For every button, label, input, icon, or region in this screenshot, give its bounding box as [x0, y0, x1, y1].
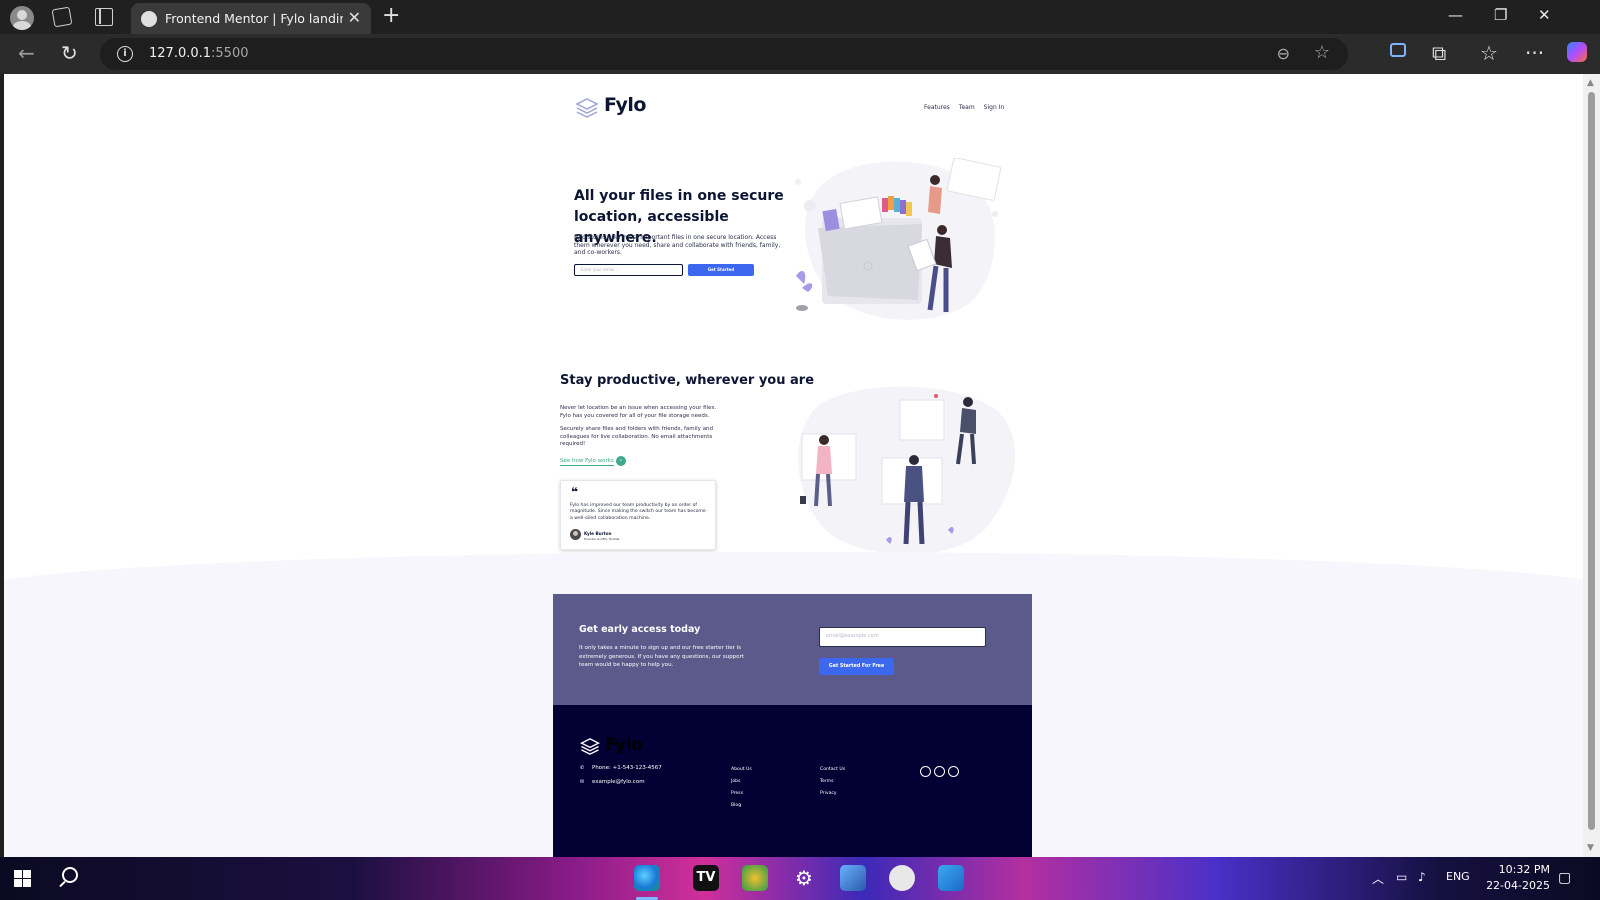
page-viewport: Fylo Features Team Sign In All your files … — [4, 74, 1583, 857]
scrollbar-thumb[interactable] — [1588, 92, 1595, 830]
taskbar: TV ⚙ ︿ ▭ ♪ ENG 10:32 PM 22-04-2025 ▢ — [0, 857, 1600, 900]
footer-link-jobs[interactable]: Jobs — [731, 779, 740, 784]
testimonial-role: Founder & CEO, Huddle — [584, 537, 620, 541]
zoom-icon[interactable]: ⊖ — [1277, 44, 1290, 63]
see-how-fylo-works-link[interactable]: See how Fylo works — [560, 458, 614, 466]
fylo-logo-icon — [576, 98, 598, 118]
footer-phone: ✆ Phone: +1-543-123-4567 — [580, 765, 662, 771]
hero-get-started-button[interactable]: Get Started — [688, 264, 754, 276]
taskbar-clock[interactable]: 10:32 PM 22-04-2025 — [1460, 862, 1550, 894]
avatar — [570, 529, 581, 540]
favorite-star-icon[interactable]: ☆ — [1314, 42, 1330, 63]
network-icon[interactable]: ▭ — [1396, 870, 1407, 884]
vertical-tabs-icon[interactable] — [95, 8, 113, 26]
page-scrollbar[interactable]: ▲ ▼ — [1583, 74, 1600, 857]
hero-illustration — [795, 158, 1002, 320]
phone-icon: ✆ — [580, 765, 585, 771]
clock-time: 10:32 PM — [1498, 863, 1550, 876]
get-started-free-button[interactable]: Get Started For Free — [819, 658, 894, 675]
notifications-icon[interactable]: ▢ — [1558, 870, 1571, 886]
profile-avatar-icon[interactable] — [10, 6, 34, 30]
productive-paragraph-1: Never let location be an issue when acce… — [560, 405, 717, 419]
minimize-button[interactable]: — — [1448, 6, 1463, 24]
copilot-icon[interactable] — [1567, 42, 1587, 62]
footer-email[interactable]: ✉ example@fylo.com — [580, 779, 645, 785]
early-access-email-input[interactable]: email@example.com — [819, 627, 986, 647]
volume-icon[interactable]: ♪ — [1418, 870, 1426, 884]
site-brand: Fylo — [604, 94, 646, 116]
productive-heading: Stay productive, wherever you are — [560, 373, 815, 388]
browser-title-bar: Frontend Mentor | Fylo landing page ✕ + … — [0, 0, 1600, 34]
quote-icon: ❝ — [571, 485, 579, 499]
workspaces-icon[interactable] — [51, 6, 73, 28]
tray-chevron-up-icon[interactable]: ︿ — [1372, 870, 1384, 887]
browser-tab-active[interactable]: Frontend Mentor | Fylo landing page ✕ — [131, 3, 371, 34]
nav-features-link[interactable]: Features — [924, 104, 950, 111]
footer-link-terms[interactable]: Terms — [820, 779, 834, 784]
testimonial-quote: Fylo has improved our team productivity … — [570, 503, 706, 521]
facebook-icon[interactable] — [920, 766, 931, 777]
footer-link-contact[interactable]: Contact Us — [820, 767, 845, 772]
arrow-circle-icon[interactable]: › — [616, 456, 626, 466]
site-nav: Features Team Sign In — [924, 104, 1013, 111]
footer-link-privacy[interactable]: Privacy — [820, 791, 837, 796]
settings-gear-icon[interactable]: ⚙ — [791, 865, 817, 891]
edge-browser-icon[interactable] — [634, 865, 660, 891]
hero-description: Fylo stores your most important files in… — [574, 234, 781, 256]
vscode-icon[interactable] — [938, 865, 964, 891]
tab-title: Frontend Mentor | Fylo landing page — [165, 11, 343, 26]
hero-email-input[interactable]: Enter your email... — [574, 264, 683, 276]
clock-app-icon[interactable] — [889, 865, 915, 891]
productive-paragraph-2: Securely share files and folders with fr… — [560, 426, 714, 447]
tab-favicon-icon — [141, 11, 157, 27]
extensions-icon[interactable]: ⧉ — [1432, 41, 1446, 65]
footer-link-blog[interactable]: Blog — [731, 803, 741, 808]
scroll-up-icon[interactable]: ▲ — [1587, 78, 1594, 88]
testimonial-card: ❝ Fylo has improved our team productivit… — [560, 480, 716, 550]
early-access-text: It only takes a minute to sign up and ou… — [579, 645, 744, 668]
browser-nav-bar: ← ↻ i 127.0.0.1:5500 ⊖ ☆ ⧉ ☆ ··· — [0, 34, 1600, 74]
screenshot-icon[interactable] — [1390, 43, 1406, 57]
footer-link-about[interactable]: About Us — [731, 767, 752, 772]
finance-app-icon[interactable] — [742, 865, 768, 891]
site-info-icon[interactable]: i — [117, 46, 133, 62]
nav-signin-link[interactable]: Sign In — [984, 104, 1005, 111]
early-access-heading: Get early access today — [579, 624, 701, 635]
footer-link-press[interactable]: Press — [731, 791, 743, 796]
tradingview-icon[interactable]: TV — [693, 865, 719, 891]
address-url[interactable]: 127.0.0.1:5500 — [149, 46, 249, 61]
favorites-icon[interactable]: ☆ — [1480, 41, 1498, 65]
app-window-icon[interactable] — [840, 865, 866, 891]
nav-team-link[interactable]: Team — [959, 104, 975, 111]
back-arrow-icon[interactable]: ← — [18, 41, 35, 65]
windows-start-icon[interactable] — [14, 870, 31, 887]
taskbar-search-icon[interactable] — [62, 867, 78, 883]
address-bar[interactable]: i 127.0.0.1:5500 ⊖ ☆ — [100, 38, 1348, 70]
testimonial-name: Kyle Burton — [584, 531, 612, 536]
early-access-section: Get early access today It only takes a m… — [553, 594, 1032, 705]
refresh-icon[interactable]: ↻ — [61, 41, 78, 65]
restore-button[interactable]: ❐ — [1494, 6, 1507, 24]
more-menu-icon[interactable]: ··· — [1525, 41, 1544, 65]
tab-close-icon[interactable]: ✕ — [348, 8, 361, 27]
scroll-down-icon[interactable]: ▼ — [1587, 843, 1594, 853]
instagram-icon[interactable] — [948, 766, 959, 777]
close-window-button[interactable]: ✕ — [1538, 6, 1551, 24]
twitter-icon[interactable] — [934, 766, 945, 777]
footer-brand: Fylo — [605, 735, 643, 755]
footer-logo-icon — [580, 738, 600, 755]
clock-date: 22-04-2025 — [1486, 879, 1550, 892]
productive-illustration — [798, 386, 1016, 555]
site-footer: Fylo ✆ Phone: +1-543-123-4567 ✉ example@fy… — [553, 705, 1032, 857]
email-icon: ✉ — [580, 779, 585, 785]
new-tab-button[interactable]: + — [382, 3, 400, 28]
